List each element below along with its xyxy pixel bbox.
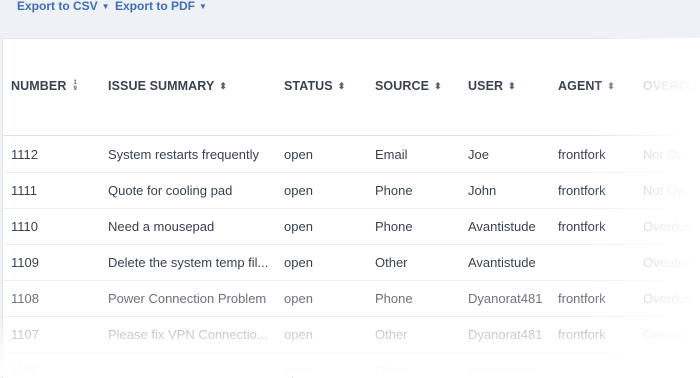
cell-summary[interactable]: Quote for cooling pad <box>108 183 273 198</box>
table-row[interactable]: 1106 open Other Avantistude Overdue <box>3 352 700 378</box>
chevron-down-icon: ▼ <box>199 1 207 11</box>
column-header-agent[interactable]: AGENT ⬍ <box>558 79 615 93</box>
cell-summary[interactable]: Please fix VPN Connectio... <box>108 327 273 342</box>
cell-source: Other <box>375 327 408 342</box>
column-header-label: STATUS <box>284 79 333 93</box>
export-pdf-button[interactable]: Export to PDF ▼ <box>115 0 207 13</box>
cell-source: Email <box>375 147 408 162</box>
cell-overdue: Not Overdue <box>643 147 700 162</box>
table-header: NUMBER 19 ISSUE SUMMARY ⬍ STATUS ⬍ SOURC… <box>3 39 700 136</box>
cell-number: 1106 <box>11 363 39 378</box>
cell-status: open <box>284 183 313 198</box>
cell-agent: frontfork <box>558 147 606 162</box>
export-csv-button[interactable]: Export to CSV ▼ <box>17 0 110 13</box>
sort-icon: ⬍ <box>607 80 615 91</box>
cell-user: Avantistude <box>468 255 536 270</box>
cell-summary[interactable]: Need a mousepad <box>108 219 273 234</box>
cell-status: open <box>284 363 313 378</box>
cell-number: 1112 <box>11 147 38 162</box>
cell-overdue: Overdue <box>643 327 693 342</box>
column-header-user[interactable]: USER ⬍ <box>468 79 516 93</box>
column-header-status[interactable]: STATUS ⬍ <box>284 79 345 93</box>
cell-source: Phone <box>375 291 413 306</box>
cell-agent: frontfork <box>558 219 606 234</box>
cell-summary[interactable]: System restarts frequently <box>108 147 273 162</box>
table-row[interactable]: 1109 Delete the system temp fil... open … <box>3 244 700 281</box>
export-pdf-label: Export to PDF <box>115 0 195 13</box>
table-row[interactable]: 1107 Please fix VPN Connectio... open Ot… <box>3 316 700 353</box>
column-header-number[interactable]: NUMBER 19 <box>11 79 77 93</box>
sort-icon: ⬍ <box>337 80 346 91</box>
column-header-overdue[interactable]: OVERDUE <box>643 79 700 93</box>
column-header-label: AGENT <box>558 79 603 93</box>
cell-user: Joe <box>468 147 489 162</box>
cell-summary[interactable]: Delete the system temp fil... <box>108 255 273 270</box>
column-header-label: OVERDUE <box>643 79 700 93</box>
cell-status: open <box>284 255 313 270</box>
cell-overdue: Overdue <box>643 363 693 378</box>
sort-numeric-icon: 19 <box>73 80 77 92</box>
table-row[interactable]: 1112 System restarts frequently open Ema… <box>3 136 700 173</box>
sort-icon: ⬍ <box>219 80 228 91</box>
cell-source: Phone <box>375 183 413 198</box>
cell-number: 1109 <box>11 255 39 270</box>
table-row[interactable]: 1111 Quote for cooling pad open Phone Jo… <box>3 172 700 209</box>
cell-status: open <box>284 327 313 342</box>
cell-overdue: Overdue <box>643 219 693 234</box>
cell-user: Avantistude <box>468 219 536 234</box>
cell-user: Dyanorat481 <box>468 327 543 342</box>
table-row[interactable]: 1108 Power Connection Problem open Phone… <box>3 280 700 317</box>
cell-user: Avantistude <box>468 363 536 378</box>
cell-overdue: Not Overdue <box>643 183 700 198</box>
cell-number: 1110 <box>11 219 38 234</box>
column-header-issue-summary[interactable]: ISSUE SUMMARY ⬍ <box>108 79 227 93</box>
cell-agent: frontfork <box>558 291 606 306</box>
issues-table: NUMBER 19 ISSUE SUMMARY ⬍ STATUS ⬍ SOURC… <box>2 38 700 378</box>
cell-source: Other <box>375 363 408 378</box>
table-row[interactable]: 1110 Need a mousepad open Phone Avantist… <box>3 208 700 245</box>
cell-status: open <box>284 219 313 234</box>
sort-icon: ⬍ <box>508 80 516 91</box>
export-toolbar: Export to CSV ▼ Export to PDF ▼ <box>0 0 700 14</box>
cell-agent: frontfork <box>558 327 606 342</box>
column-header-label: USER <box>468 79 504 93</box>
column-header-source[interactable]: SOURCE ⬍ <box>375 79 442 93</box>
column-header-label: SOURCE <box>375 79 430 93</box>
cell-source: Other <box>375 255 408 270</box>
cell-status: open <box>284 291 313 306</box>
cell-user: John <box>468 183 497 198</box>
cell-summary[interactable]: Power Connection Problem <box>108 291 273 306</box>
sort-icon: ⬍ <box>434 80 442 91</box>
cell-overdue: Overdue <box>643 255 693 270</box>
column-header-label: ISSUE SUMMARY <box>108 79 215 93</box>
cell-agent: frontfork <box>558 183 606 198</box>
cell-number: 1108 <box>11 291 39 306</box>
export-csv-label: Export to CSV <box>17 0 98 13</box>
chevron-down-icon: ▼ <box>101 1 110 11</box>
cell-number: 1111 <box>11 183 38 198</box>
cell-user: Dyanorat481 <box>468 291 543 306</box>
cell-number: 1107 <box>11 327 39 342</box>
cell-source: Phone <box>375 219 413 234</box>
column-header-label: NUMBER <box>11 79 67 93</box>
cell-overdue: Overdue <box>643 291 693 306</box>
cell-status: open <box>284 147 313 162</box>
